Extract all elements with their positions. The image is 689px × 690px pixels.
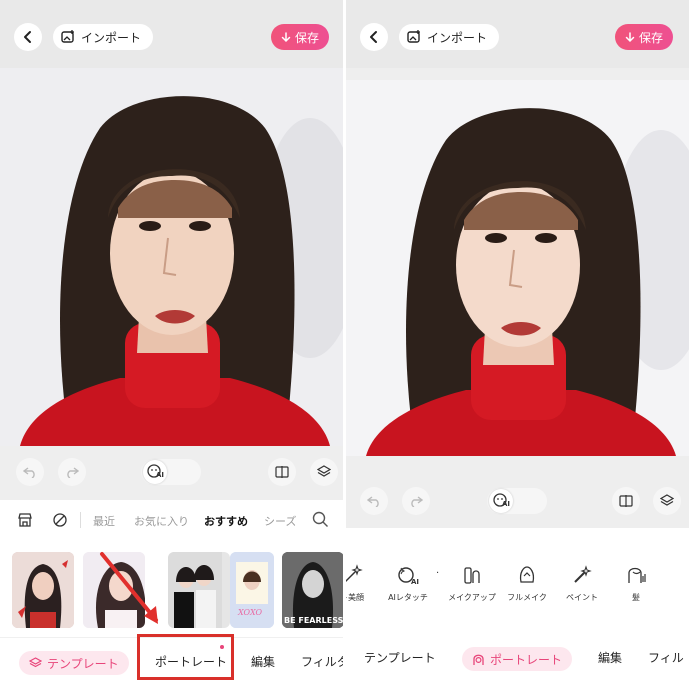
chevron-left-icon <box>24 31 31 43</box>
undo-toolbar: AI <box>346 481 689 521</box>
save-button[interactable]: 保存 <box>271 24 330 50</box>
undo-button[interactable] <box>360 487 388 515</box>
tool-hair[interactable]: 髪 <box>610 564 662 603</box>
tool-makeup[interactable]: メイクアップ <box>446 564 498 603</box>
search-icon[interactable] <box>312 511 329 528</box>
full-makeup-icon <box>519 566 535 583</box>
compare-button[interactable] <box>268 458 296 486</box>
makeup-icon <box>464 567 480 584</box>
tool-paint-label: ペイント <box>566 593 598 602</box>
thumb-caption: BE FEARLESS <box>284 616 343 625</box>
dot-separator: · <box>436 568 440 579</box>
ai-toggle[interactable]: AI <box>487 488 547 514</box>
right-screenshot: インポート 保存 AI 美顔 AI AIレタッチ · メイクアップ フルメイク … <box>346 0 689 690</box>
template-thumb[interactable] <box>12 552 74 628</box>
category-recommended[interactable]: おすすめ <box>204 513 248 529</box>
portrait-photo <box>346 80 689 456</box>
download-arrow-icon <box>281 31 291 42</box>
undo-icon <box>23 467 35 478</box>
import-button[interactable]: インポート <box>399 24 500 50</box>
bottom-tabbar: テンプレート ポートレート 編集 フィル <box>346 634 689 684</box>
compare-button[interactable] <box>612 487 640 515</box>
import-label: インポート <box>81 30 142 45</box>
tab-edit[interactable]: 編集 <box>598 649 622 666</box>
divider <box>80 512 81 528</box>
back-button[interactable] <box>360 23 388 51</box>
tab-portrait[interactable]: ポートレート <box>462 647 573 671</box>
import-button[interactable]: インポート <box>53 24 154 50</box>
tab-filter[interactable]: フィル <box>648 649 684 666</box>
template-thumb[interactable] <box>168 552 230 628</box>
no-effect-icon[interactable] <box>52 512 68 528</box>
template-thumb[interactable]: BE FEARLESS <box>282 552 343 628</box>
back-button[interactable] <box>14 23 42 51</box>
top-bar: インポート 保存 <box>346 0 689 68</box>
top-bar: インポート 保存 <box>0 0 343 68</box>
tab-template-label: テンプレート <box>47 656 119 671</box>
ai-badge: AI <box>156 471 165 479</box>
save-label: 保存 <box>295 30 320 45</box>
tool-hair-label: 髪 <box>632 593 640 602</box>
tool-ai-retouch-label: AIレタッチ <box>388 593 428 602</box>
ai-retouch-icon: AI <box>398 567 419 586</box>
store-icon[interactable] <box>17 512 33 528</box>
svg-text:AI: AI <box>411 578 419 586</box>
layers-button[interactable] <box>653 487 681 515</box>
tab-template[interactable]: テンプレート <box>19 651 129 675</box>
tool-full-makeup-label: フルメイク <box>507 593 547 602</box>
redo-button[interactable] <box>58 458 86 486</box>
tool-paint[interactable]: ペイント <box>556 564 608 603</box>
category-season[interactable]: シーズ <box>264 513 296 529</box>
ai-toggle[interactable]: AI <box>141 459 201 485</box>
portrait-illustration <box>0 68 343 446</box>
image-add-icon <box>61 30 74 43</box>
tab-portrait-label: ポートレート <box>490 652 563 667</box>
hair-icon <box>628 567 646 583</box>
tab-filter[interactable]: フィルタ <box>301 653 343 670</box>
template-thumb[interactable]: XOXO <box>230 552 274 628</box>
portrait-photo <box>0 68 343 446</box>
layers-icon <box>317 465 331 477</box>
tool-beauty[interactable]: ト美顔 <box>346 564 378 603</box>
thumb-caption: XOXO <box>238 608 263 617</box>
annotation-arrow <box>100 552 158 624</box>
tool-ai-retouch[interactable]: AI AIレタッチ <box>382 564 434 603</box>
undo-icon <box>367 496 379 507</box>
save-button[interactable]: 保存 <box>615 24 674 50</box>
undo-button[interactable] <box>16 458 44 486</box>
compare-icon <box>619 495 633 507</box>
image-add-icon <box>407 30 420 43</box>
portrait-tools-sheet: ト美顔 AI AIレタッチ · メイクアップ フルメイク ペイント 髪 <box>346 528 689 690</box>
save-label: 保存 <box>639 30 664 45</box>
portrait-illustration <box>346 80 689 456</box>
bottom-tabbar: テンプレート ポートレート 編集 フィルタ <box>0 634 343 687</box>
left-screenshot: インポート 保存 AI 最近 お気に入り おすすめ シーズ XOXO BE FE… <box>0 0 343 690</box>
tool-full-makeup[interactable]: フルメイク <box>501 564 553 603</box>
redo-icon <box>411 496 423 507</box>
tab-edit[interactable]: 編集 <box>251 653 275 670</box>
category-favorites[interactable]: お気に入り <box>134 513 189 529</box>
tool-makeup-label: メイクアップ <box>448 593 496 602</box>
layers-icon <box>660 494 674 506</box>
chevron-left-icon <box>370 31 377 43</box>
undo-toolbar: AI <box>0 452 343 492</box>
tab-template[interactable]: テンプレート <box>364 649 436 666</box>
highlight-box <box>137 634 234 680</box>
redo-icon <box>67 467 79 478</box>
ai-badge: AI <box>502 500 511 508</box>
download-arrow-icon <box>625 31 635 42</box>
compare-icon <box>275 466 289 478</box>
layers-button[interactable] <box>310 458 338 486</box>
import-label: インポート <box>427 30 488 45</box>
wand-icon <box>346 564 363 583</box>
template-sheet: 最近 お気に入り おすすめ シーズ XOXO BE FEARLESS テンプレー… <box>0 500 343 690</box>
layers-icon <box>29 657 42 668</box>
category-recent[interactable]: 最近 <box>93 513 115 529</box>
portrait-icon <box>473 654 484 665</box>
tool-beauty-label: ト美顔 <box>346 593 364 602</box>
redo-button[interactable] <box>402 487 430 515</box>
paint-icon <box>574 565 592 583</box>
